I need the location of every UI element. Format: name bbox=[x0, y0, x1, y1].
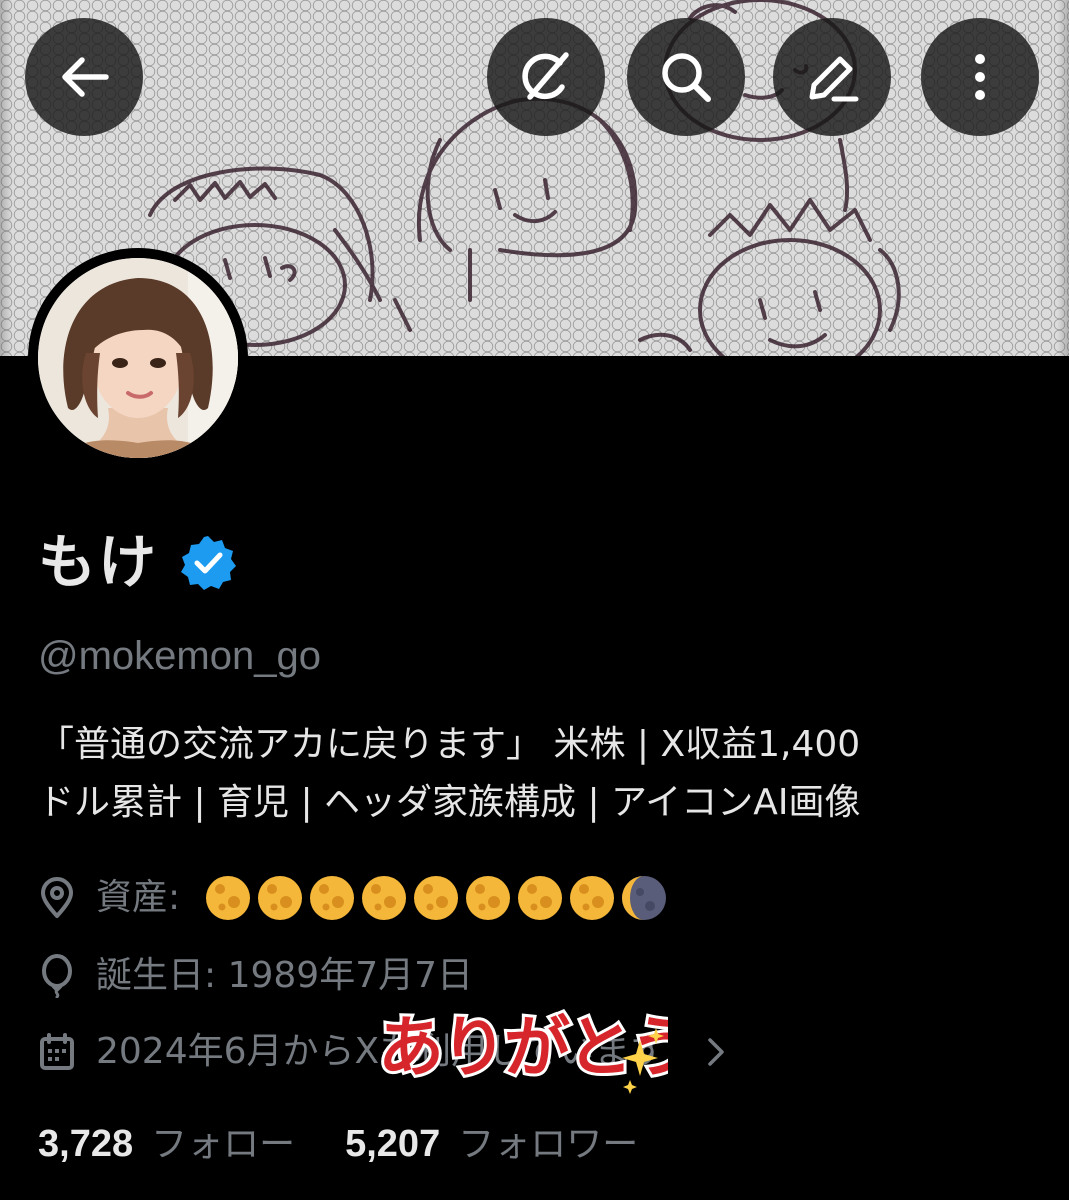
avatar[interactable] bbox=[28, 248, 248, 468]
edit-button[interactable] bbox=[773, 18, 891, 136]
avatar-photo bbox=[38, 258, 238, 458]
grok-button[interactable] bbox=[487, 18, 605, 136]
full-moon-icon bbox=[414, 876, 459, 920]
search-icon bbox=[662, 53, 711, 102]
location-pin-icon bbox=[41, 877, 73, 918]
bio-line: ドル累計 | 育児 | ヘッダ家族構成 | アイコンAI画像 bbox=[38, 782, 861, 823]
back-button[interactable] bbox=[25, 18, 143, 136]
chevron-right-icon bbox=[708, 1038, 724, 1066]
display-name: もけ bbox=[38, 528, 159, 596]
more-options-button[interactable] bbox=[921, 18, 1039, 136]
banner-edge-shade bbox=[0, 0, 12, 356]
grok-icon bbox=[522, 52, 569, 100]
full-moon-icon bbox=[518, 876, 563, 920]
bio-line: 「普通の交流アカに戻ります」 米株 | X収益1,400 bbox=[38, 724, 861, 765]
bio: 「普通の交流アカに戻ります」 米株 | X収益1,400 ドル累計 | 育児 |… bbox=[38, 716, 1038, 832]
verified-badge-icon[interactable] bbox=[180, 534, 237, 590]
full-moon-icon bbox=[206, 876, 251, 920]
calendar-icon bbox=[40, 1033, 74, 1070]
following-count: 3,728 bbox=[38, 1123, 134, 1165]
sticker-text: ありがとう bbox=[378, 1009, 668, 1086]
back-arrow-icon bbox=[62, 57, 109, 97]
full-moon-icon bbox=[570, 876, 615, 920]
username-handle: @mokemon_go bbox=[38, 634, 321, 678]
full-moon-icon bbox=[258, 876, 303, 920]
full-moon-icon bbox=[310, 876, 355, 920]
name-row: もけ bbox=[38, 520, 237, 604]
waning-crescent-moon-icon bbox=[622, 876, 667, 920]
banner-edge-shade bbox=[1057, 0, 1069, 356]
balloon-icon bbox=[42, 954, 72, 998]
followers-link[interactable]: 5,207 フォロワー bbox=[345, 1118, 638, 1171]
location-label: 資産: bbox=[96, 877, 181, 918]
profile-screen: もけ @mokemon_go 「普通の交流アカに戻ります」 米株 | X収益1,… bbox=[0, 0, 1069, 1200]
full-moon-icon bbox=[466, 876, 511, 920]
following-label: フォロー bbox=[151, 1124, 296, 1165]
edit-icon bbox=[809, 56, 859, 102]
thank-you-sticker: ありがとう bbox=[375, 1006, 668, 1094]
followers-count: 5,207 bbox=[345, 1123, 441, 1165]
location-moons bbox=[204, 874, 668, 922]
follow-counts: 3,728 フォロー 5,207 フォロワー bbox=[38, 1118, 638, 1171]
followers-label: フォロワー bbox=[458, 1124, 639, 1165]
search-button[interactable] bbox=[627, 18, 745, 136]
more-vertical-icon bbox=[975, 54, 985, 100]
location-row: 資産: bbox=[38, 872, 668, 924]
full-moon-icon bbox=[362, 876, 407, 920]
following-link[interactable]: 3,728 フォロー bbox=[38, 1118, 295, 1171]
